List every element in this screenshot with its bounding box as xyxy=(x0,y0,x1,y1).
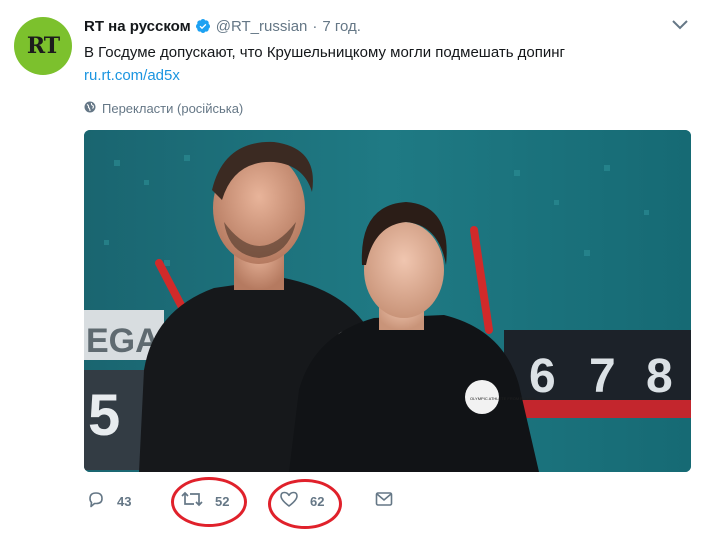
reply-icon xyxy=(86,489,106,514)
verified-icon xyxy=(195,18,211,34)
separator-dot: · xyxy=(312,17,318,35)
avatar-logo: RT xyxy=(26,33,60,59)
tweet-actions: 43 52 62 xyxy=(84,488,684,514)
account-name[interactable]: RT на русском xyxy=(84,18,191,35)
tweet-header: RT на русском @RT_russian · 7 год. xyxy=(84,16,361,36)
retweet-count: 52 xyxy=(215,493,230,509)
translate-label: Перекласти (російська) xyxy=(102,101,244,116)
tweet: RT RT на русском @RT_russian · 7 год. В … xyxy=(0,0,705,536)
globe-icon xyxy=(84,101,102,116)
scoreboard-digit: 7 xyxy=(589,350,616,403)
tweet-timestamp[interactable]: 7 год. xyxy=(322,18,361,35)
reply-button[interactable]: 43 xyxy=(86,488,131,514)
reply-count: 43 xyxy=(117,493,132,509)
board-number-left: 5 xyxy=(88,383,120,448)
scoreboard-digit: 8 xyxy=(646,350,673,403)
like-button[interactable]: 62 xyxy=(279,488,324,514)
like-icon xyxy=(279,489,299,514)
tweet-link[interactable]: ru.rt.com/ad5x xyxy=(84,65,180,86)
retweet-icon xyxy=(180,489,204,514)
tweet-text: В Госдуме допускают, что Крушельницкому … xyxy=(84,44,566,61)
chevron-down-icon[interactable] xyxy=(671,18,689,32)
athlete-badge-text: OLYMPIC ATHLETE FROM RUSSIA xyxy=(470,396,536,401)
avatar[interactable]: RT xyxy=(14,17,72,75)
like-count: 62 xyxy=(310,493,325,509)
account-handle[interactable]: @RT_russian xyxy=(216,18,308,35)
direct-message-button[interactable] xyxy=(374,488,394,514)
tweet-photo[interactable]: EGA 5 6 7 8 OLYMPIC ATHLETE FROM RUSSIA xyxy=(84,130,691,472)
message-icon xyxy=(374,489,394,514)
retweet-button[interactable]: 52 xyxy=(180,488,229,514)
translate-link[interactable]: Перекласти (російська) xyxy=(84,101,243,116)
